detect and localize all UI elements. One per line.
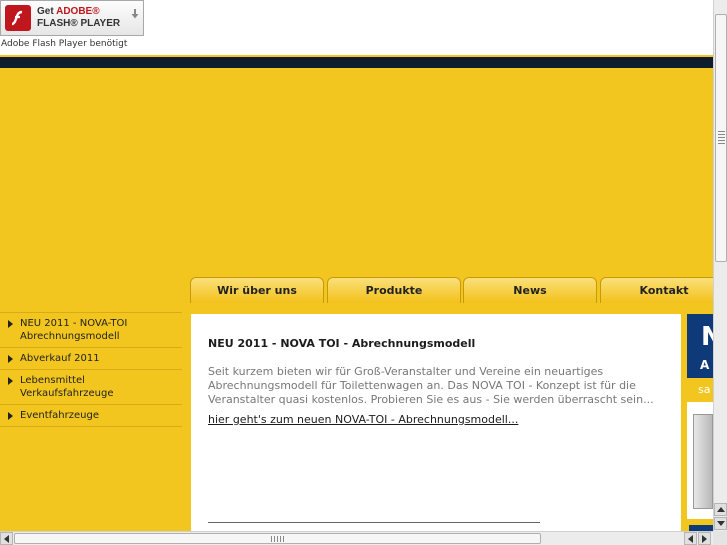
article-link[interactable]: hier geht's zum neuen NOVA-TOI - Abrechn… [208,413,518,426]
sidebar-item-label: Abverkauf 2011 [20,353,100,364]
arrow-left-icon [4,534,9,543]
flash-adobe-label: ADOBE® [56,6,100,17]
get-flash-player-button[interactable]: Get ADOBE® FLASH® PLAYER [0,0,144,36]
page: Get ADOBE® FLASH® PLAYER Adobe Flash Pla… [0,0,727,545]
tab-wir-ueber-uns[interactable]: Wir über uns [190,277,324,303]
scroll-down-button[interactable] [714,517,727,530]
flash-logo-icon [5,5,31,31]
arrow-right-icon [8,377,13,385]
promo-band: sa [687,378,713,402]
main-content: NEU 2011 - NOVA TOI - Abrechnungsmodell … [191,314,681,531]
horizontal-scrollbar[interactable] [0,531,713,545]
download-arrow-icon [131,4,139,23]
grip-icon [271,536,285,542]
flash-player-label: FLASH® PLAYER [37,18,121,29]
article-title: NEU 2011 - NOVA TOI - Abrechnungsmodell [208,337,476,350]
flash-required-note: Adobe Flash Player benötigt [1,39,128,49]
arrow-down-icon [716,521,725,526]
tab-news[interactable]: News [463,277,597,303]
article-text: Seit kurzem bieten wir für Groß-Veransta… [208,365,654,406]
banner-area [0,68,713,278]
arrow-up-icon [716,507,725,512]
promo-header: N A [687,314,713,378]
scroll-left-button[interactable] [0,532,13,545]
promo-band-text: sa [698,383,711,396]
arrow-right-icon [8,412,13,420]
scrollbar-corner [713,531,727,545]
main-nav: Wir über uns Produkte News Kontakt [0,275,727,304]
sidebar-item-nova-toi[interactable]: NEU 2011 - NOVA-TOI Abrechnungsmodell [0,312,182,348]
arrow-left-icon [688,534,693,543]
sidebar-item-label: Lebensmittel Verkaufsfahrzeuge [20,375,114,399]
sidebar-item-eventfahrzeuge[interactable]: Eventfahrzeuge [0,405,182,427]
sidebar-item-lebensmittel[interactable]: Lebensmittel Verkaufsfahrzeuge [0,370,182,405]
promo-sub: A [700,358,710,372]
scroll-left-button-end[interactable] [684,532,697,545]
promo-trailer-image [693,414,713,509]
sidebar-item-abverkauf[interactable]: Abverkauf 2011 [0,348,182,370]
grip-icon [718,131,725,145]
scroll-right-button[interactable] [698,532,711,545]
tab-kontakt[interactable]: Kontakt [600,277,727,303]
sidebar: NEU 2011 - NOVA-TOI Abrechnungsmodell Ab… [0,312,182,427]
arrow-right-icon [8,355,13,363]
flash-badge-text: Get ADOBE® FLASH® PLAYER [37,6,120,30]
horizontal-scroll-thumb[interactable] [14,533,541,544]
vertical-scroll-thumb[interactable] [715,14,727,262]
header-strip [0,55,713,68]
sidebar-item-label: Eventfahrzeuge [20,410,99,421]
tab-produkte[interactable]: Produkte [327,277,461,303]
scroll-up-button[interactable] [714,503,727,516]
vertical-scrollbar[interactable] [713,0,727,531]
promo-letter: N [701,322,713,352]
arrow-right-icon [8,320,13,328]
sidebar-item-label: NEU 2011 - NOVA-TOI Abrechnungsmodell [20,318,128,342]
promo-box[interactable]: N A sa [687,314,713,519]
flash-get-label: Get [37,6,54,17]
divider [208,522,540,523]
arrow-right-icon [702,534,707,543]
